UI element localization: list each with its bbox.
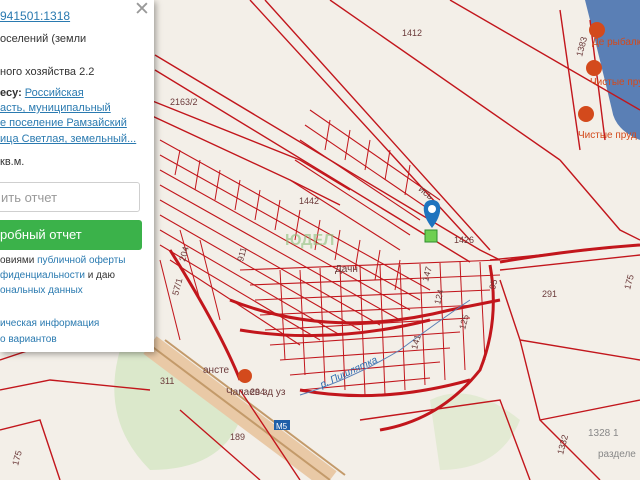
variants-link[interactable]: о вариантов xyxy=(0,334,57,345)
personal-data-link[interactable]: ональных данных xyxy=(0,285,83,296)
address-link[interactable]: е поселение Рамзайский xyxy=(0,117,127,129)
svg-text:291: 291 xyxy=(542,289,557,299)
svg-text:311: 311 xyxy=(160,376,174,386)
usage-text: ного хозяйства 2.2 xyxy=(0,66,95,78)
selected-parcel[interactable] xyxy=(424,229,438,243)
svg-text:189: 189 xyxy=(230,432,245,442)
watermark: ЮДЕЛ xyxy=(285,232,334,249)
consent-line: ональных данных xyxy=(0,285,83,296)
svg-text:1442: 1442 xyxy=(299,196,319,206)
svg-text:разделе: разделе xyxy=(598,449,636,460)
area-text: кв.м. xyxy=(0,156,25,168)
address-link[interactable]: Российская xyxy=(25,87,84,99)
offer-link[interactable]: публичной оферты xyxy=(37,255,125,266)
category-text: оселений (земли xyxy=(0,33,87,45)
svg-text:1426: 1426 xyxy=(454,235,474,245)
svg-text:М5: М5 xyxy=(276,422,288,431)
detailed-report-button[interactable]: робный отчет xyxy=(0,220,142,250)
privacy-link[interactable]: фиденциальности xyxy=(0,270,85,281)
close-icon[interactable]: ✕ xyxy=(133,0,151,19)
address-link[interactable]: ица Светлая, земельный... xyxy=(0,133,136,145)
svg-text:Дачн: Дачн xyxy=(335,264,358,275)
info-panel: ✕ 941501:1318 оселений (земли ного хозяй… xyxy=(0,0,154,352)
svg-text:Де рыбалк: Де рыбалк xyxy=(592,36,640,48)
svg-text:1328 1: 1328 1 xyxy=(588,428,619,439)
cadastral-number-link[interactable]: 941501:1318 xyxy=(0,9,70,23)
consent-line: овиями публичной оферты xyxy=(0,255,126,266)
svg-text:1412: 1412 xyxy=(402,28,422,38)
svg-text:ансте: ансте xyxy=(203,365,230,376)
svg-text:Чапаев зд уз: Чапаев зд уз xyxy=(226,387,286,398)
road-sign: М5 xyxy=(274,420,290,431)
svg-text:Чистые пруд: Чистые пруд xyxy=(578,130,637,141)
svg-text:Чистые пруды: Чистые пруды xyxy=(590,77,640,88)
address-row: есу: Российская xyxy=(0,87,84,99)
address-link[interactable]: асть, муниципальный xyxy=(0,102,111,114)
consent-line: фиденциальности и даю xyxy=(0,270,115,281)
report-email-input[interactable]: ить отчет xyxy=(0,182,140,212)
svg-text:2163/2: 2163/2 xyxy=(170,97,198,107)
info-link[interactable]: ическая информация xyxy=(0,318,99,329)
address-label: есу: xyxy=(0,87,22,99)
